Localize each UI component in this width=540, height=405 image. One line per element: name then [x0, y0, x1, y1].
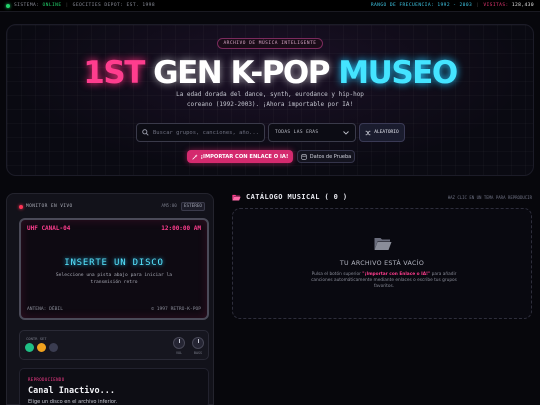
database-icon	[301, 153, 307, 160]
era-select[interactable]: TODAS LAS ERAS	[268, 123, 356, 142]
insert-disc-message: INSERTE UN DISCO	[64, 258, 164, 268]
visits-label: VISITAS:	[483, 3, 509, 8]
folder-open-icon	[374, 238, 392, 250]
catalog-title: CATÁLOGO MUSICAL ( 0 )	[246, 193, 348, 201]
green-button[interactable]	[25, 343, 34, 352]
now-playing-title: Canal Inactivo...	[28, 386, 115, 396]
title-part-1st: 1ST	[83, 55, 145, 91]
import-button[interactable]: ¡IMPORTAR CON ENLACE O IA!	[187, 150, 293, 163]
now-playing-label: REPRODUCIENDO	[28, 377, 65, 382]
title-part-genkpop: GEN K-POP	[153, 55, 330, 91]
controls-label: CONTR SET	[26, 336, 47, 341]
magic-wand-icon	[191, 153, 198, 160]
host-label: GEOCITIES DEPOT: EST. 1998	[72, 3, 155, 8]
stereo-badge: ESTÉREO	[180, 202, 205, 211]
bass-knob[interactable]	[192, 337, 204, 349]
status-online: ONLINE	[42, 3, 62, 8]
folder-open-icon	[232, 194, 241, 200]
tv-screen: UHF CANAL-04 12:00:00 AM INSERTE UN DISC…	[19, 218, 209, 320]
screen-clock: 12:00:00 AM	[161, 225, 201, 232]
page-title: 1ST GEN K-POP MUSEO	[0, 56, 540, 90]
visits-counter: 128,430	[511, 3, 534, 8]
volume-knob-label: VOL	[175, 351, 183, 355]
antenna-status: ANTENA: DÉBIL	[27, 307, 63, 312]
search-input[interactable]	[153, 129, 263, 136]
empty-title: TU ARCHIVO ESTÁ VACÍO	[339, 260, 425, 267]
status-prefix: SISTEMA:	[14, 3, 40, 8]
chevron-down-icon	[343, 130, 349, 135]
yellow-button[interactable]	[37, 343, 46, 352]
gray-button[interactable]	[49, 343, 58, 352]
bass-knob-label: BASS	[193, 351, 203, 355]
monitor-frequency: AM5:00	[161, 204, 177, 209]
now-playing-card: REPRODUCIENDO Canal Inactivo... Elige un…	[19, 368, 209, 405]
screen-copyright: © 1997 RETRO-K-POP	[151, 307, 201, 312]
archive-badge: ARCHIVO DE MÚSICA INTELIGENTE	[217, 38, 323, 49]
live-dot-icon	[19, 204, 23, 209]
frequency-range: RANGO DE FRECUENCIA: 1992 - 2003	[370, 3, 473, 8]
channel-label: UHF CANAL-04	[27, 225, 71, 232]
search-icon	[142, 129, 149, 136]
monitor-title: MONITOR EN VIVO	[26, 204, 73, 209]
catalog-hint: HAZ CLIC EN UN TEMA PARA REPRODUCIR	[447, 195, 532, 200]
live-monitor-panel: MONITOR EN VIVO AM5:00 ESTÉREO UHF CANAL…	[6, 193, 214, 405]
hero-subtitle: La edad dorada del dance, synth, eurodan…	[176, 91, 364, 108]
catalog-header: CATÁLOGO MUSICAL ( 0 )	[232, 193, 348, 201]
now-playing-description: Elige un disco en el archivo inferior.	[28, 399, 118, 405]
volume-knob[interactable]	[173, 337, 185, 349]
random-button[interactable]: ALEATORIO	[359, 123, 405, 142]
empty-archive-state: TU ARCHIVO ESTÁ VACÍO Pulsa el botón sup…	[232, 208, 532, 319]
search-box[interactable]	[136, 123, 265, 142]
status-bar: SISTEMA: ONLINE | GEOCITIES DEPOT: EST. …	[0, 0, 540, 12]
title-part-museo: MUSEO	[338, 55, 458, 91]
status-dot-icon	[6, 3, 10, 8]
empty-text: Pulsa el botón superior "¡Importar con E…	[311, 272, 457, 289]
control-deck: CONTR SET VOL BASS	[19, 330, 209, 360]
shuffle-icon	[365, 130, 371, 135]
demo-data-button[interactable]: Datos de Prueba	[297, 150, 355, 163]
screen-hint: Seleccione una pista abajo para iniciar …	[55, 273, 173, 285]
